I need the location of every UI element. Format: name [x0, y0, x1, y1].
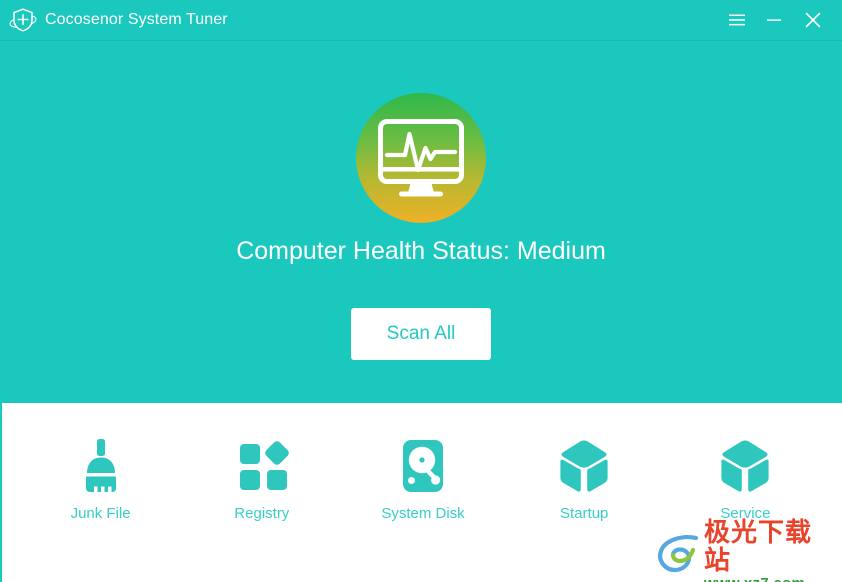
tile-label: System Disk: [381, 505, 465, 522]
swoosh-logo-icon: [658, 535, 699, 573]
app-window: Cocosenor System Tuner Computer Health S…: [0, 0, 842, 582]
close-icon: [805, 12, 821, 28]
close-button[interactable]: [798, 5, 828, 35]
tile-icon-wrap: [716, 435, 774, 497]
health-status-badge: [356, 93, 486, 223]
tile-registry[interactable]: Registry: [181, 403, 342, 523]
feature-toolbar: Junk File Registry System Disk Startup S…: [0, 403, 842, 582]
tile-startup[interactable]: Startup: [504, 403, 665, 523]
watermark-text: 极光下载站 www.xz7.com: [704, 519, 836, 582]
watermark-site-name: 极光下载站: [704, 517, 813, 576]
tile-label: Registry: [234, 505, 290, 522]
app-logo: [5, 2, 41, 38]
tile-icon-wrap: [234, 435, 290, 497]
hamburger-menu-icon: [729, 14, 745, 26]
app-title: Cocosenor System Tuner: [45, 11, 228, 28]
broom-icon: [85, 439, 116, 492]
health-status-text: Computer Health Status: Medium: [236, 237, 606, 265]
minimize-button[interactable]: [760, 5, 790, 35]
tile-label: Startup: [560, 505, 609, 522]
minimize-icon: [767, 19, 781, 21]
tile-service[interactable]: Service: [665, 403, 826, 523]
registry-squares-icon: [239, 441, 289, 490]
watermark-site-url: www.xz7.com: [704, 575, 836, 582]
hero-panel: Computer Health Status: Medium Scan All: [0, 41, 842, 403]
tile-icon-wrap: [395, 435, 451, 497]
tile-label: Junk File: [70, 505, 131, 522]
monitor-heartbeat-icon: [378, 119, 464, 197]
tile-junk-file[interactable]: Junk File: [20, 403, 181, 523]
title-bar: Cocosenor System Tuner: [0, 0, 842, 41]
feature-tiles: Junk File Registry System Disk Startup S…: [2, 403, 842, 523]
scan-all-button[interactable]: Scan All: [351, 308, 491, 360]
watermark: 极光下载站 www.xz7.com: [656, 519, 836, 582]
tile-system-disk[interactable]: System Disk: [342, 403, 503, 523]
tile-icon-wrap: [73, 435, 129, 497]
cube-icon: [560, 440, 608, 492]
hard-disk-icon: [403, 440, 443, 492]
cube-icon: [721, 440, 770, 492]
window-controls: [722, 0, 842, 41]
menu-button[interactable]: [722, 5, 752, 35]
tile-icon-wrap: [555, 435, 613, 497]
shield-plus-logo-icon: [9, 8, 37, 32]
